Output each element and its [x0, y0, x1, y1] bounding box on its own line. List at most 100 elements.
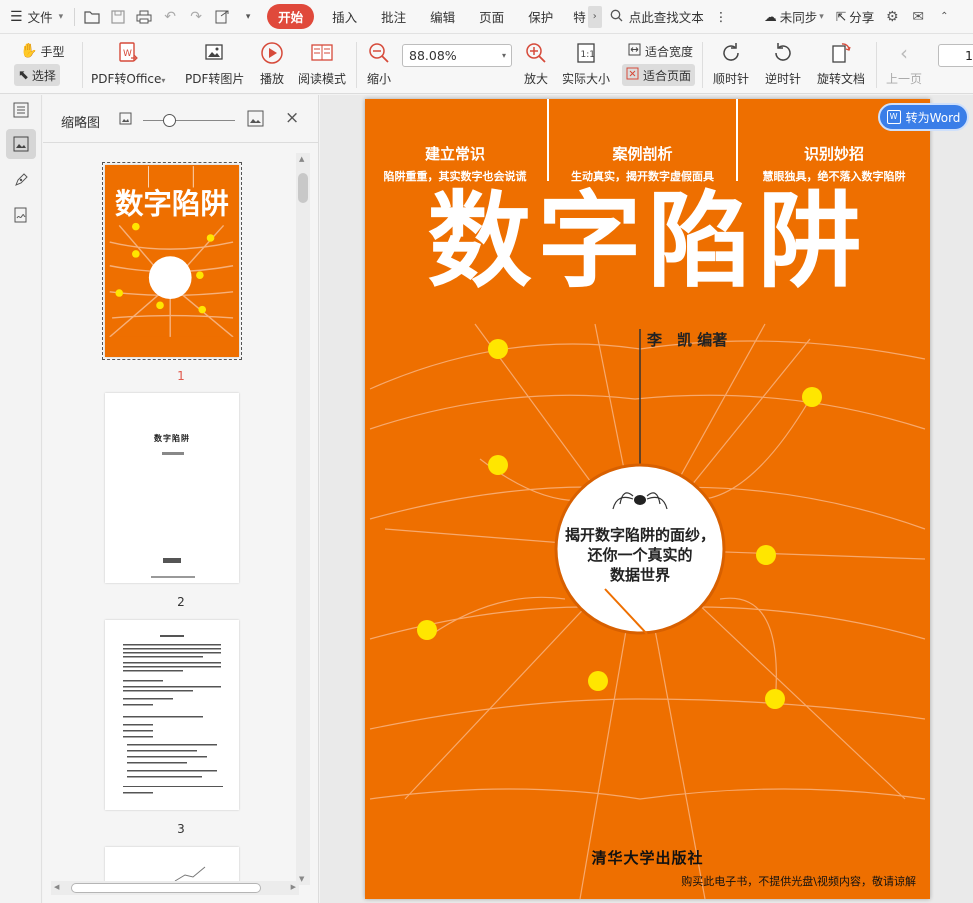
hand-tool[interactable]: ✋ 手型	[16, 40, 68, 62]
scroll-right-icon[interactable]: ▶	[291, 883, 296, 891]
outline-icon[interactable]	[6, 95, 36, 125]
open-folder-icon[interactable]	[79, 0, 105, 34]
tab-special[interactable]: 特	[565, 0, 588, 34]
cover-notice: 购买此电子书，不提供光盘\视频内容，敬请谅解	[681, 875, 916, 888]
scroll-up-icon[interactable]: ▲	[299, 155, 304, 163]
search-icon	[610, 9, 623, 25]
close-icon[interactable]: ×	[285, 108, 299, 128]
thumbnail-page-title: 数字陷阱	[154, 434, 190, 443]
rotate-counterclockwise-icon	[769, 39, 797, 67]
chevron-down-icon: ▾	[819, 11, 824, 22]
rotate-document-icon	[827, 39, 855, 67]
scrollbar-thumb[interactable]	[71, 883, 261, 893]
export-icon[interactable]	[209, 0, 235, 34]
page-thumbnail-1[interactable]: 数字陷阱	[102, 162, 242, 360]
document-view[interactable]: 建立常识 陷阱重重，其实数字也会说谎 案例剖析 生动真实，揭开数字虚假面具 识别…	[320, 95, 973, 903]
chevron-down-icon[interactable]: ▾	[497, 45, 511, 66]
previous-page-button[interactable]: ‹ 上一页	[886, 34, 922, 87]
scroll-down-icon[interactable]: ▼	[299, 875, 304, 883]
thumbnail-panel: 缩略图 × 数字陷阱 1 数字陷阱 2 3 ▲ ▼ ◀ ▶	[43, 95, 319, 903]
fit-width-icon	[628, 43, 641, 59]
pdf-to-image-icon	[201, 39, 229, 67]
cover-thumbnail-image: 数字陷阱	[105, 166, 239, 356]
cover-circle-text: 揭开数字陷阱的面纱， 还你一个真实的 数据世界	[564, 526, 715, 584]
cover-section-1: 建立常识 陷阱重重，其实数字也会说谎	[383, 145, 527, 183]
chevron-left-icon: ‹	[900, 41, 908, 65]
thumbnail-vertical-scrollbar[interactable]: ▲ ▼	[296, 153, 310, 885]
tab-page[interactable]: 页面	[467, 0, 516, 34]
cover-author: 李 凯 编著	[647, 331, 728, 349]
collapse-icon[interactable]: ⌃	[931, 0, 957, 34]
actual-size-button[interactable]: 1:1 实际大小	[562, 34, 610, 87]
share-icon: ⇱	[835, 9, 847, 24]
tab-edit[interactable]: 编辑	[418, 0, 467, 34]
cover-main-title: 数字陷阱	[427, 180, 868, 302]
chevron-down-icon: ▾	[58, 11, 64, 22]
share-button[interactable]: ⇱ 分享	[831, 0, 880, 34]
redo-icon[interactable]: ↷	[183, 0, 209, 34]
slider-handle[interactable]	[163, 114, 176, 127]
left-sidebar-strip	[0, 95, 42, 903]
zoom-in-icon	[522, 39, 550, 67]
menu-bar: ☰ 文件 ▾ ↶ ↷ ▾ 开始 插入 批注 编辑 页面 保护 特 › 点此查找文…	[0, 0, 973, 34]
file-menu[interactable]: ☰ 文件 ▾	[0, 0, 70, 34]
annotation-icon[interactable]	[6, 165, 36, 195]
undo-icon[interactable]: ↶	[157, 0, 183, 34]
small-thumbnail-icon[interactable]	[119, 112, 132, 128]
fit-page-button[interactable]: 适合页面	[622, 64, 696, 86]
zoom-level-select[interactable]: 88.08% ▾	[402, 44, 512, 67]
scrollbar-thumb[interactable]	[298, 173, 308, 203]
page-thumbnail-4[interactable]	[105, 847, 239, 883]
play-button[interactable]: 播放	[258, 34, 286, 87]
chevron-down-icon[interactable]: ▾	[235, 0, 261, 34]
large-thumbnail-icon[interactable]	[247, 110, 264, 130]
tab-annotate[interactable]: 批注	[369, 0, 418, 34]
tab-start[interactable]: 开始	[267, 4, 315, 29]
play-icon	[258, 39, 286, 67]
search-text[interactable]: 点此查找文本	[602, 0, 711, 34]
page-number-label: 1	[177, 369, 185, 383]
zoom-out-button[interactable]: 缩小	[365, 34, 393, 87]
select-tool[interactable]: ⬉ 选择	[14, 64, 60, 86]
thumbnail-size-slider[interactable]	[143, 120, 235, 121]
print-icon[interactable]	[131, 0, 157, 34]
chevron-down-icon: ▾	[161, 76, 166, 85]
rotate-document-button[interactable]: 旋转文档	[817, 34, 865, 87]
save-icon[interactable]	[105, 0, 131, 34]
page-thumbnail-2[interactable]: 数字陷阱	[105, 393, 239, 583]
pdf-to-office-button[interactable]: W PDF转Office▾	[91, 34, 165, 87]
settings-gear-icon[interactable]: ⚙	[879, 0, 905, 34]
svg-text:数字陷阱: 数字陷阱	[115, 188, 229, 221]
zoom-out-icon	[365, 39, 393, 67]
sync-status[interactable]: ☁ 未同步 ▾	[757, 0, 831, 34]
thumbnail-horizontal-scrollbar[interactable]: ◀ ▶	[51, 881, 299, 895]
fit-width-button[interactable]: 适合宽度	[624, 40, 697, 62]
signature-icon[interactable]	[6, 200, 36, 230]
page-thumbnail-3[interactable]	[105, 620, 239, 810]
pdf-page-cover: 建立常识 陷阱重重，其实数字也会说谎 案例剖析 生动真实，揭开数字虚假面具 识别…	[365, 99, 930, 899]
thumbnail-panel-icon[interactable]	[6, 129, 36, 159]
svg-text:1:1: 1:1	[581, 50, 595, 60]
cursor-arrow-icon: ⬉	[18, 67, 29, 83]
message-icon[interactable]: ✉	[905, 0, 931, 34]
tab-insert[interactable]: 插入	[320, 0, 369, 34]
page-number-label: 2	[177, 595, 185, 609]
page-number-label: 3	[177, 822, 185, 836]
pdf-to-image-button[interactable]: PDF转图片	[185, 34, 244, 87]
page-number-input[interactable]: 1	[938, 44, 973, 67]
rotate-clockwise-button[interactable]: 顺时针	[713, 34, 749, 87]
convert-to-word-button[interactable]: W 转为Word	[878, 103, 969, 131]
thumbnail-panel-title: 缩略图	[61, 116, 101, 131]
pdf-to-office-icon: W	[114, 39, 142, 67]
tabs-overflow-icon[interactable]: ›	[587, 5, 602, 28]
zoom-in-button[interactable]: 放大	[522, 34, 550, 87]
fit-page-icon	[626, 67, 639, 83]
hand-icon: ✋	[20, 43, 38, 59]
rotate-counterclockwise-button[interactable]: 逆时针	[765, 34, 801, 87]
read-mode-button[interactable]: 阅读模式	[298, 34, 346, 87]
text-page-thumbnail	[123, 635, 223, 794]
scroll-left-icon[interactable]: ◀	[54, 883, 59, 891]
tab-protect[interactable]: 保护	[516, 0, 565, 34]
book-icon	[308, 39, 336, 67]
more-vertical-icon[interactable]: ⋮	[711, 0, 732, 34]
